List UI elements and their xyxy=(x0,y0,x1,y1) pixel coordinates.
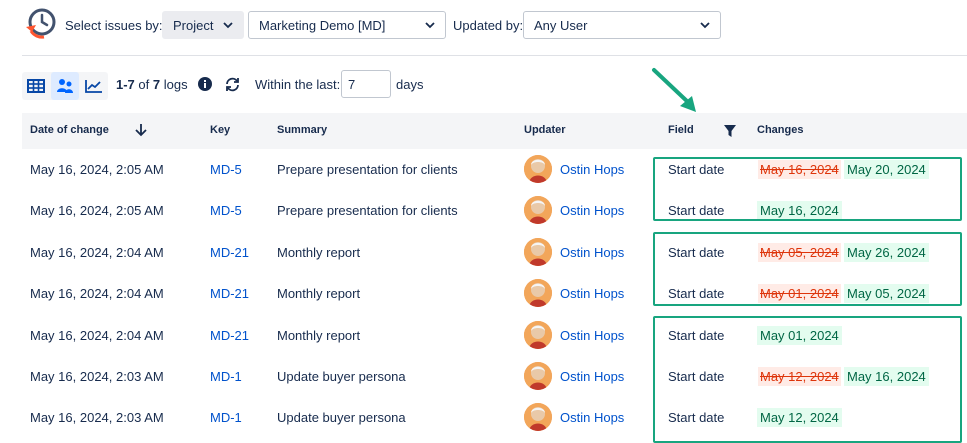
avatar xyxy=(524,238,552,266)
log-unit: logs xyxy=(163,77,188,92)
summary-cell: Monthly report xyxy=(277,245,361,260)
col-changes[interactable]: Changes xyxy=(757,124,803,136)
chevron-down-icon xyxy=(223,22,233,29)
log-total: 7 xyxy=(152,77,161,92)
avatar xyxy=(524,403,552,431)
avatar xyxy=(524,362,552,390)
col-updater[interactable]: Updater xyxy=(524,124,566,136)
chart-view-button[interactable] xyxy=(80,72,108,100)
within-label: Within the last: xyxy=(255,77,341,92)
issue-key-link[interactable]: MD-5 xyxy=(210,162,242,177)
summary-cell: Prepare presentation for clients xyxy=(277,162,458,177)
info-icon[interactable] xyxy=(198,77,212,91)
divider xyxy=(22,55,967,56)
updater-link[interactable]: Ostin Hops xyxy=(560,328,624,343)
issue-key-link[interactable]: MD-21 xyxy=(210,328,249,343)
issue-key-link[interactable]: MD-1 xyxy=(210,369,242,384)
refresh-icon[interactable] xyxy=(224,76,241,93)
select-issues-label: Select issues by: xyxy=(65,18,163,33)
table-view-button[interactable] xyxy=(22,72,50,100)
avatar xyxy=(524,321,552,349)
chart-view-icon xyxy=(85,80,102,93)
date-cell: May 16, 2024, 2:05 AM xyxy=(30,162,164,177)
log-toolbar: 1-7 of 7 logs Within the last: 7 days xyxy=(0,66,967,102)
days-label: days xyxy=(396,77,424,92)
filter-bar: Select issues by: Project Marketing Demo… xyxy=(0,0,967,52)
updater-link[interactable]: Ostin Hops xyxy=(560,369,624,384)
date-cell: May 16, 2024, 2:04 AM xyxy=(30,245,164,260)
col-field[interactable]: Field xyxy=(668,124,694,136)
log-range: 1-7 xyxy=(116,77,135,92)
highlight-box-md5 xyxy=(653,157,962,221)
updater-link[interactable]: Ostin Hops xyxy=(560,162,624,177)
summary-cell: Update buyer persona xyxy=(277,410,406,425)
log-count: 1-7 of 7 logs xyxy=(116,77,188,92)
date-cell: May 16, 2024, 2:04 AM xyxy=(30,286,164,301)
avatar xyxy=(524,279,552,307)
updater-link[interactable]: Ostin Hops xyxy=(560,203,624,218)
within-days-input[interactable]: 7 xyxy=(341,70,391,98)
highlight-box-md1 xyxy=(653,316,962,443)
table-view-icon xyxy=(27,79,45,93)
summary-cell: Monthly report xyxy=(277,286,361,301)
users-view-button[interactable] xyxy=(51,72,79,100)
date-cell: May 16, 2024, 2:03 AM xyxy=(30,369,164,384)
updated-by-label: Updated by: xyxy=(453,18,524,33)
date-cell: May 16, 2024, 2:03 AM xyxy=(30,410,164,425)
annotation-arrow-icon xyxy=(652,68,696,112)
col-summary[interactable]: Summary xyxy=(277,124,327,136)
updated-by-dropdown[interactable]: Any User xyxy=(523,11,721,39)
project-dropdown[interactable]: Marketing Demo [MD] xyxy=(248,11,446,39)
chevron-down-icon xyxy=(425,22,435,29)
chevron-down-icon xyxy=(700,22,710,29)
select-by-dropdown[interactable]: Project xyxy=(162,11,244,39)
updater-link[interactable]: Ostin Hops xyxy=(560,286,624,301)
summary-cell: Update buyer persona xyxy=(277,369,406,384)
table-header: Date of change Key Summary Updater Field… xyxy=(22,113,967,149)
updater-link[interactable]: Ostin Hops xyxy=(560,410,624,425)
issue-key-link[interactable]: MD-21 xyxy=(210,245,249,260)
sort-down-icon[interactable] xyxy=(135,123,147,137)
highlight-box-md21 xyxy=(653,232,962,306)
issue-key-link[interactable]: MD-21 xyxy=(210,286,249,301)
date-cell: May 16, 2024, 2:05 AM xyxy=(30,203,164,218)
filter-icon[interactable] xyxy=(723,124,737,138)
col-key[interactable]: Key xyxy=(210,124,230,136)
col-date-of-change[interactable]: Date of change xyxy=(30,124,109,136)
users-view-icon xyxy=(57,79,73,93)
log-of: of xyxy=(138,77,150,92)
avatar xyxy=(524,155,552,183)
issue-key-link[interactable]: MD-5 xyxy=(210,203,242,218)
view-switcher xyxy=(22,72,108,100)
issue-key-link[interactable]: MD-1 xyxy=(210,410,242,425)
project-value: Marketing Demo [MD] xyxy=(259,17,386,33)
select-by-value: Project xyxy=(173,17,214,33)
summary-cell: Prepare presentation for clients xyxy=(277,203,458,218)
updater-link[interactable]: Ostin Hops xyxy=(560,245,624,260)
history-clock-icon xyxy=(26,8,56,39)
date-cell: May 16, 2024, 2:04 AM xyxy=(30,328,164,343)
summary-cell: Monthly report xyxy=(277,328,361,343)
updated-by-value: Any User xyxy=(534,17,588,33)
avatar xyxy=(524,196,552,224)
